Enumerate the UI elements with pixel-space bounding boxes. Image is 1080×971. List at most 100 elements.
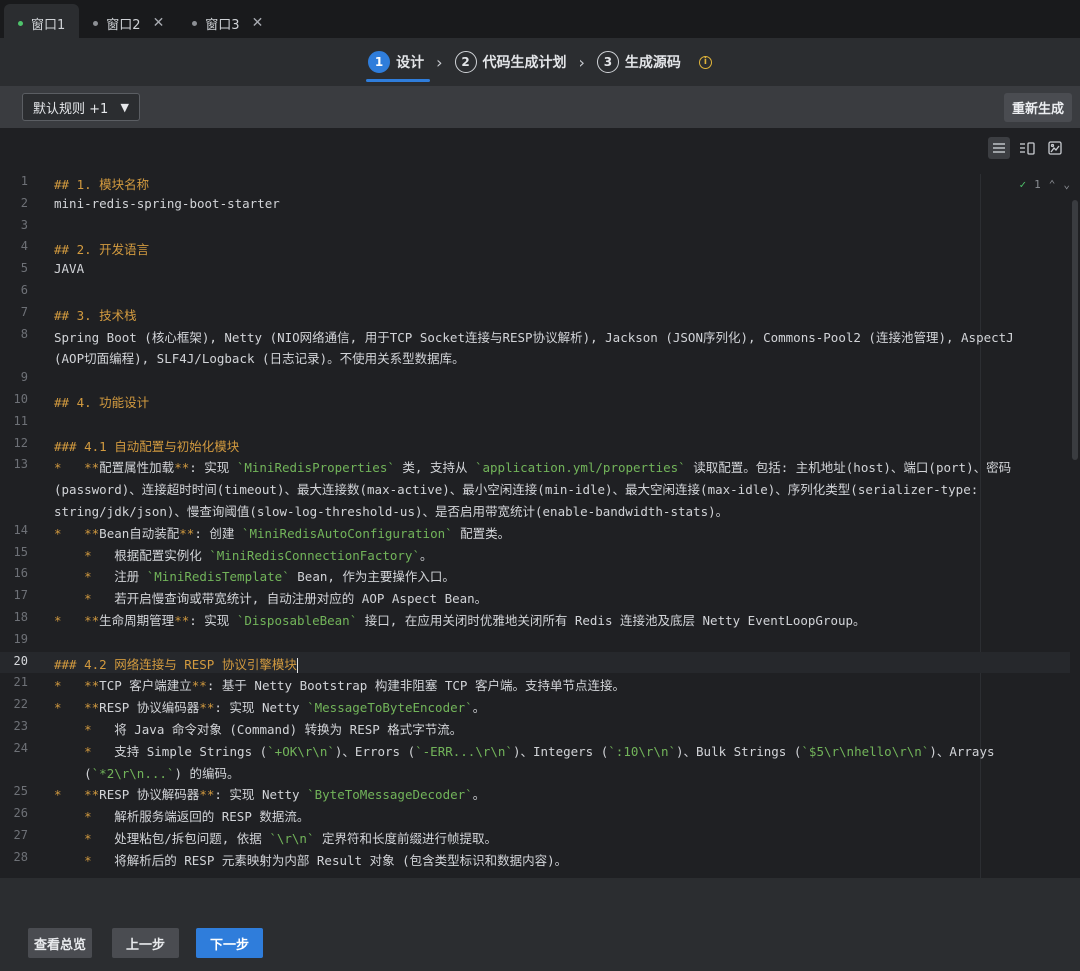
step-label: 生成源码 (624, 55, 681, 71)
markdown-editor[interactable]: ✓ 1 ⌃ ⌄ 1 ## 1. 模块名称 2 mini-redis-spring-bo… (0, 128, 1080, 878)
line-number: 20 (13, 653, 28, 668)
code-line[interactable]: Spring Boot (核心框架), Netty (NIO网络通信, 用于TC… (54, 327, 1014, 346)
chevron-up-icon[interactable]: ⌃ (1049, 178, 1056, 191)
line-number: 25 (13, 784, 28, 799)
line-number: 12 (13, 435, 28, 450)
code-line[interactable]: * **Bean自动装配**: 创建 `MiniRedisAutoConfigu… (54, 523, 510, 542)
chevron-right-icon: › (578, 52, 585, 72)
code-line[interactable]: * **RESP 协议编码器**: 实现 Netty `MessageToByt… (54, 697, 485, 716)
line-number: 17 (13, 588, 28, 603)
code-line[interactable]: ## 3. 技术栈 (54, 305, 137, 324)
line-number: 7 (20, 304, 28, 319)
line-number: 4 (20, 239, 28, 254)
check-icon: ✓ (1019, 178, 1027, 191)
rule-select[interactable]: 默认规则 +1 ▼ (22, 93, 140, 121)
step-number: 1 (368, 51, 391, 73)
line-number: 8 (20, 326, 28, 341)
step-design[interactable]: 1 设计 (366, 42, 431, 82)
vertical-scrollbar[interactable] (1072, 200, 1078, 460)
tab-label: 窗口1 (31, 17, 66, 33)
step-number: 2 (454, 51, 477, 73)
line-number: 23 (13, 719, 28, 733)
code-line[interactable]: (`*2\r\n...`) 的编码。 (54, 763, 239, 782)
footer-bar: 查看总览 上一步 下一步 (0, 918, 1080, 971)
step-number: 3 (596, 51, 619, 73)
tab-label: 窗口2 (106, 17, 141, 33)
code-line[interactable]: ### 4.2 网络连接与 RESP 协议引擎模块 (54, 654, 298, 673)
code-line[interactable]: ## 2. 开发语言 (54, 239, 149, 258)
line-number: 27 (13, 828, 28, 842)
line-number: 11 (13, 413, 28, 428)
close-icon[interactable]: ✕ (252, 15, 264, 31)
code-line[interactable]: * 若开启慢查询或带宽统计, 自动注册对应的 AOP Aspect Bean。 (54, 588, 487, 607)
problems-count: 1 (1034, 178, 1041, 191)
line-number: 18 (13, 610, 28, 624)
code-line[interactable]: * 处理粘包/拆包问题, 依据 `\r\n` 定界符和长度前缀进行帧提取。 (54, 828, 497, 847)
step-code-plan[interactable]: 2 代码生成计划 (454, 42, 567, 82)
source-view-icon[interactable] (988, 137, 1010, 159)
code-line[interactable]: * **RESP 协议解码器**: 实现 Netty `ByteToMessag… (54, 784, 485, 803)
line-number: 28 (13, 849, 28, 864)
tab-label: 窗口3 (205, 17, 240, 33)
status-dot (93, 20, 99, 26)
line-number: 5 (20, 261, 28, 276)
line-number: 6 (20, 283, 28, 297)
code-line[interactable]: * 解析服务端返回的 RESP 数据流。 (54, 806, 309, 825)
view-mode-bar (0, 128, 1080, 168)
code-line[interactable]: * **配置属性加载**: 实现 `MiniRedisProperties` 类… (54, 457, 1011, 476)
tab-window-1[interactable]: 窗口1 (4, 4, 80, 42)
tab-window-3[interactable]: 窗口3 ✕ (178, 4, 277, 42)
line-number: 22 (13, 697, 28, 712)
step-generate-source[interactable]: 3 生成源码 (596, 42, 681, 82)
code-line[interactable]: JAVA (54, 261, 84, 276)
code-line[interactable]: (password)、连接超时时间(timeout)、最大连接数(max-act… (54, 479, 978, 498)
info-icon[interactable]: i (698, 55, 712, 69)
right-margin-guide (980, 174, 981, 878)
code-line[interactable]: * 将解析后的 RESP 元素映射为内部 Result 对象 (包含类型标识和数… (54, 850, 567, 869)
line-number: 21 (13, 675, 28, 690)
caret-down-icon: ▼ (120, 100, 129, 114)
line-number: 16 (13, 566, 28, 581)
code-line[interactable]: * **TCP 客户端建立**: 基于 Netty Bootstrap 构建非阻… (54, 675, 625, 694)
step-label: 代码生成计划 (482, 55, 567, 71)
step-label: 设计 (396, 55, 425, 71)
main-panel: 1 设计 › 2 代码生成计划 › 3 生成源码 i 默认规则 +1 ▼ 重新生… (0, 38, 1080, 971)
line-number: 9 (20, 370, 28, 385)
code-line[interactable]: ## 4. 功能设计 (54, 392, 149, 411)
toolbar: 默认规则 +1 ▼ 重新生成 (0, 86, 1080, 128)
tab-window-2[interactable]: 窗口2 ✕ (79, 4, 178, 42)
next-step-button[interactable]: 下一步 (196, 928, 264, 958)
rule-select-value: 默认规则 +1 (33, 101, 109, 117)
line-number: 3 (20, 217, 28, 232)
code-line[interactable]: ## 1. 模块名称 (54, 174, 149, 193)
split-view-icon[interactable] (1016, 137, 1038, 159)
status-dot (192, 20, 198, 26)
code-line[interactable]: (AOP切面编程), SLF4J/Logback (日志记录)。不使用关系型数据… (54, 348, 465, 367)
line-number: 1 (20, 174, 28, 188)
chevron-down-icon[interactable]: ⌄ (1063, 178, 1070, 191)
line-number: 13 (13, 457, 28, 472)
code-line[interactable]: * **生命周期管理**: 实现 `DisposableBean` 接口, 在应… (54, 610, 866, 629)
code-line[interactable]: mini-redis-spring-boot-starter (54, 196, 280, 211)
line-number: 14 (13, 522, 28, 537)
code-lines[interactable]: ✓ 1 ⌃ ⌄ 1 ## 1. 模块名称 2 mini-redis-spring-bo… (0, 174, 1080, 878)
line-number: 24 (13, 740, 28, 755)
inspection-widget[interactable]: ✓ 1 ⌃ ⌄ (1020, 178, 1071, 191)
prev-step-button[interactable]: 上一步 (112, 928, 180, 958)
chevron-right-icon: › (436, 52, 443, 72)
status-dot (18, 20, 23, 26)
line-number: 2 (20, 195, 28, 210)
preview-view-icon[interactable] (1044, 137, 1066, 159)
overview-button[interactable]: 查看总览 (28, 928, 93, 958)
line-number: 26 (13, 806, 28, 821)
code-line[interactable]: * 将 Java 命令对象 (Command) 转换为 RESP 格式字节流。 (54, 719, 462, 738)
regenerate-button[interactable]: 重新生成 (1003, 92, 1072, 122)
close-icon[interactable]: ✕ (153, 15, 165, 31)
code-line[interactable]: * 根据配置实例化 `MiniRedisConnectionFactory`。 (54, 545, 432, 564)
line-number: 15 (13, 544, 28, 559)
code-line[interactable]: * 支持 Simple Strings (`+OK\r\n`)、Errors (… (54, 741, 994, 760)
line-number: 10 (13, 392, 28, 406)
code-line[interactable]: string/jdk/json)、慢查询阈值(slow-log-threshol… (54, 501, 728, 520)
code-line[interactable]: * 注册 `MiniRedisTemplate` Bean, 作为主要操作入口。 (54, 566, 455, 585)
code-line[interactable]: ### 4.1 自动配置与初始化模块 (54, 436, 239, 455)
